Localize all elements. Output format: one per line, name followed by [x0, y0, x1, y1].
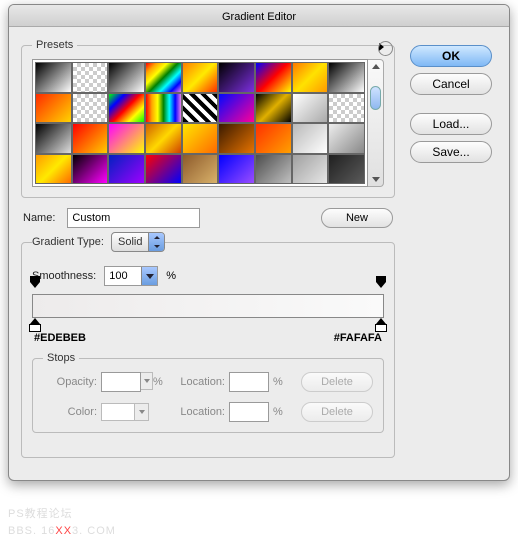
opacity-stop-left[interactable] [30, 282, 40, 294]
delete-opacity-stop-button[interactable]: Delete [301, 372, 373, 392]
right-color-hex: #FAFAFA [334, 332, 382, 344]
preset-swatch[interactable] [145, 93, 182, 124]
color-dropdown-icon[interactable] [135, 403, 149, 421]
preset-swatch[interactable] [35, 93, 72, 124]
preset-swatch[interactable] [255, 154, 292, 185]
presets-flyout-icon[interactable] [379, 43, 384, 51]
preset-swatch[interactable] [292, 93, 329, 124]
preset-swatch[interactable] [72, 154, 109, 185]
delete-color-stop-button[interactable]: Delete [301, 402, 373, 422]
preset-swatch[interactable] [218, 154, 255, 185]
opacity-stop-right[interactable] [376, 282, 386, 294]
preset-swatch[interactable] [292, 123, 329, 154]
preset-swatch[interactable] [35, 154, 72, 185]
preset-swatch[interactable] [255, 93, 292, 124]
opacity-location-label: Location: [169, 376, 229, 388]
watermark: PS教程论坛 BBS. 16XX3. COM [8, 505, 116, 538]
color-stop-right[interactable] [375, 318, 387, 332]
preset-swatch[interactable] [255, 123, 292, 154]
preset-swatch[interactable] [72, 93, 109, 124]
scroll-down-icon[interactable] [372, 177, 380, 182]
preset-swatch[interactable] [145, 154, 182, 185]
preset-swatch[interactable] [108, 62, 145, 93]
preset-swatch[interactable] [108, 93, 145, 124]
color-location-label: Location: [169, 406, 229, 418]
preset-swatch[interactable] [35, 123, 72, 154]
preset-swatch[interactable] [328, 123, 365, 154]
new-button[interactable]: New [321, 208, 393, 228]
name-input[interactable] [67, 208, 200, 228]
gradient-type-group: Gradient Type: Solid Smoothness: % [21, 232, 395, 458]
gradient-type-select[interactable]: Solid [111, 232, 165, 252]
preset-swatch[interactable] [182, 62, 219, 93]
preset-swatch[interactable] [218, 93, 255, 124]
load-button[interactable]: Load... [410, 113, 492, 135]
title-bar[interactable]: Gradient Editor [9, 5, 509, 27]
color-location-input[interactable] [229, 402, 269, 422]
preset-swatch[interactable] [72, 62, 109, 93]
preset-swatch[interactable] [292, 62, 329, 93]
preset-swatch[interactable] [145, 62, 182, 93]
presets-legend: Presets [32, 39, 77, 51]
smoothness-input[interactable] [105, 267, 141, 285]
opacity-location-unit: % [273, 376, 289, 388]
gradient-type-value: Solid [118, 236, 148, 248]
smoothness-label: Smoothness: [32, 270, 96, 282]
stops-legend: Stops [43, 352, 79, 364]
opacity-location-input[interactable] [229, 372, 269, 392]
preset-swatch[interactable] [328, 62, 365, 93]
preset-swatch[interactable] [255, 62, 292, 93]
stops-group: Stops Opacity: % Location: % Delete Colo… [32, 352, 384, 433]
gradient-bar[interactable] [32, 294, 384, 318]
opacity-unit: % [153, 376, 169, 388]
window-title: Gradient Editor [222, 11, 296, 23]
color-label: Color: [43, 406, 101, 418]
color-stop-left[interactable] [29, 318, 41, 332]
ok-button[interactable]: OK [410, 45, 492, 67]
left-color-hex: #EDEBEB [34, 332, 86, 344]
preset-swatch[interactable] [108, 154, 145, 185]
cancel-button[interactable]: Cancel [410, 73, 492, 95]
preset-swatch[interactable] [182, 154, 219, 185]
smoothness-unit: % [166, 270, 176, 282]
preset-swatch[interactable] [328, 93, 365, 124]
scroll-up-icon[interactable] [372, 64, 380, 69]
color-location-unit: % [273, 406, 289, 418]
gradient-bar-wrap [32, 294, 384, 318]
preset-swatch[interactable] [218, 62, 255, 93]
preset-swatch[interactable] [218, 123, 255, 154]
preset-swatch[interactable] [182, 123, 219, 154]
presets-group: Presets [21, 39, 395, 198]
preset-swatch[interactable] [182, 93, 219, 124]
preset-swatch[interactable] [292, 154, 329, 185]
preset-swatch[interactable] [108, 123, 145, 154]
smoothness-field[interactable] [104, 266, 158, 286]
preset-scrollbar[interactable] [368, 59, 384, 187]
name-label: Name: [23, 212, 55, 224]
preset-swatch[interactable] [35, 62, 72, 93]
preset-swatch[interactable] [145, 123, 182, 154]
opacity-dropdown-icon[interactable] [141, 372, 153, 390]
preset-swatch[interactable] [72, 123, 109, 154]
gradient-type-label: Gradient Type: [32, 236, 104, 248]
smoothness-dropdown-icon[interactable] [141, 267, 157, 285]
preset-swatch-grid [32, 59, 368, 187]
color-well[interactable] [101, 403, 135, 421]
scroll-thumb[interactable] [370, 86, 381, 110]
gradient-editor-dialog: Gradient Editor Presets Name: [8, 4, 510, 481]
opacity-label: Opacity: [43, 376, 101, 388]
preset-swatch[interactable] [328, 154, 365, 185]
opacity-input[interactable] [101, 372, 141, 392]
save-button[interactable]: Save... [410, 141, 492, 163]
